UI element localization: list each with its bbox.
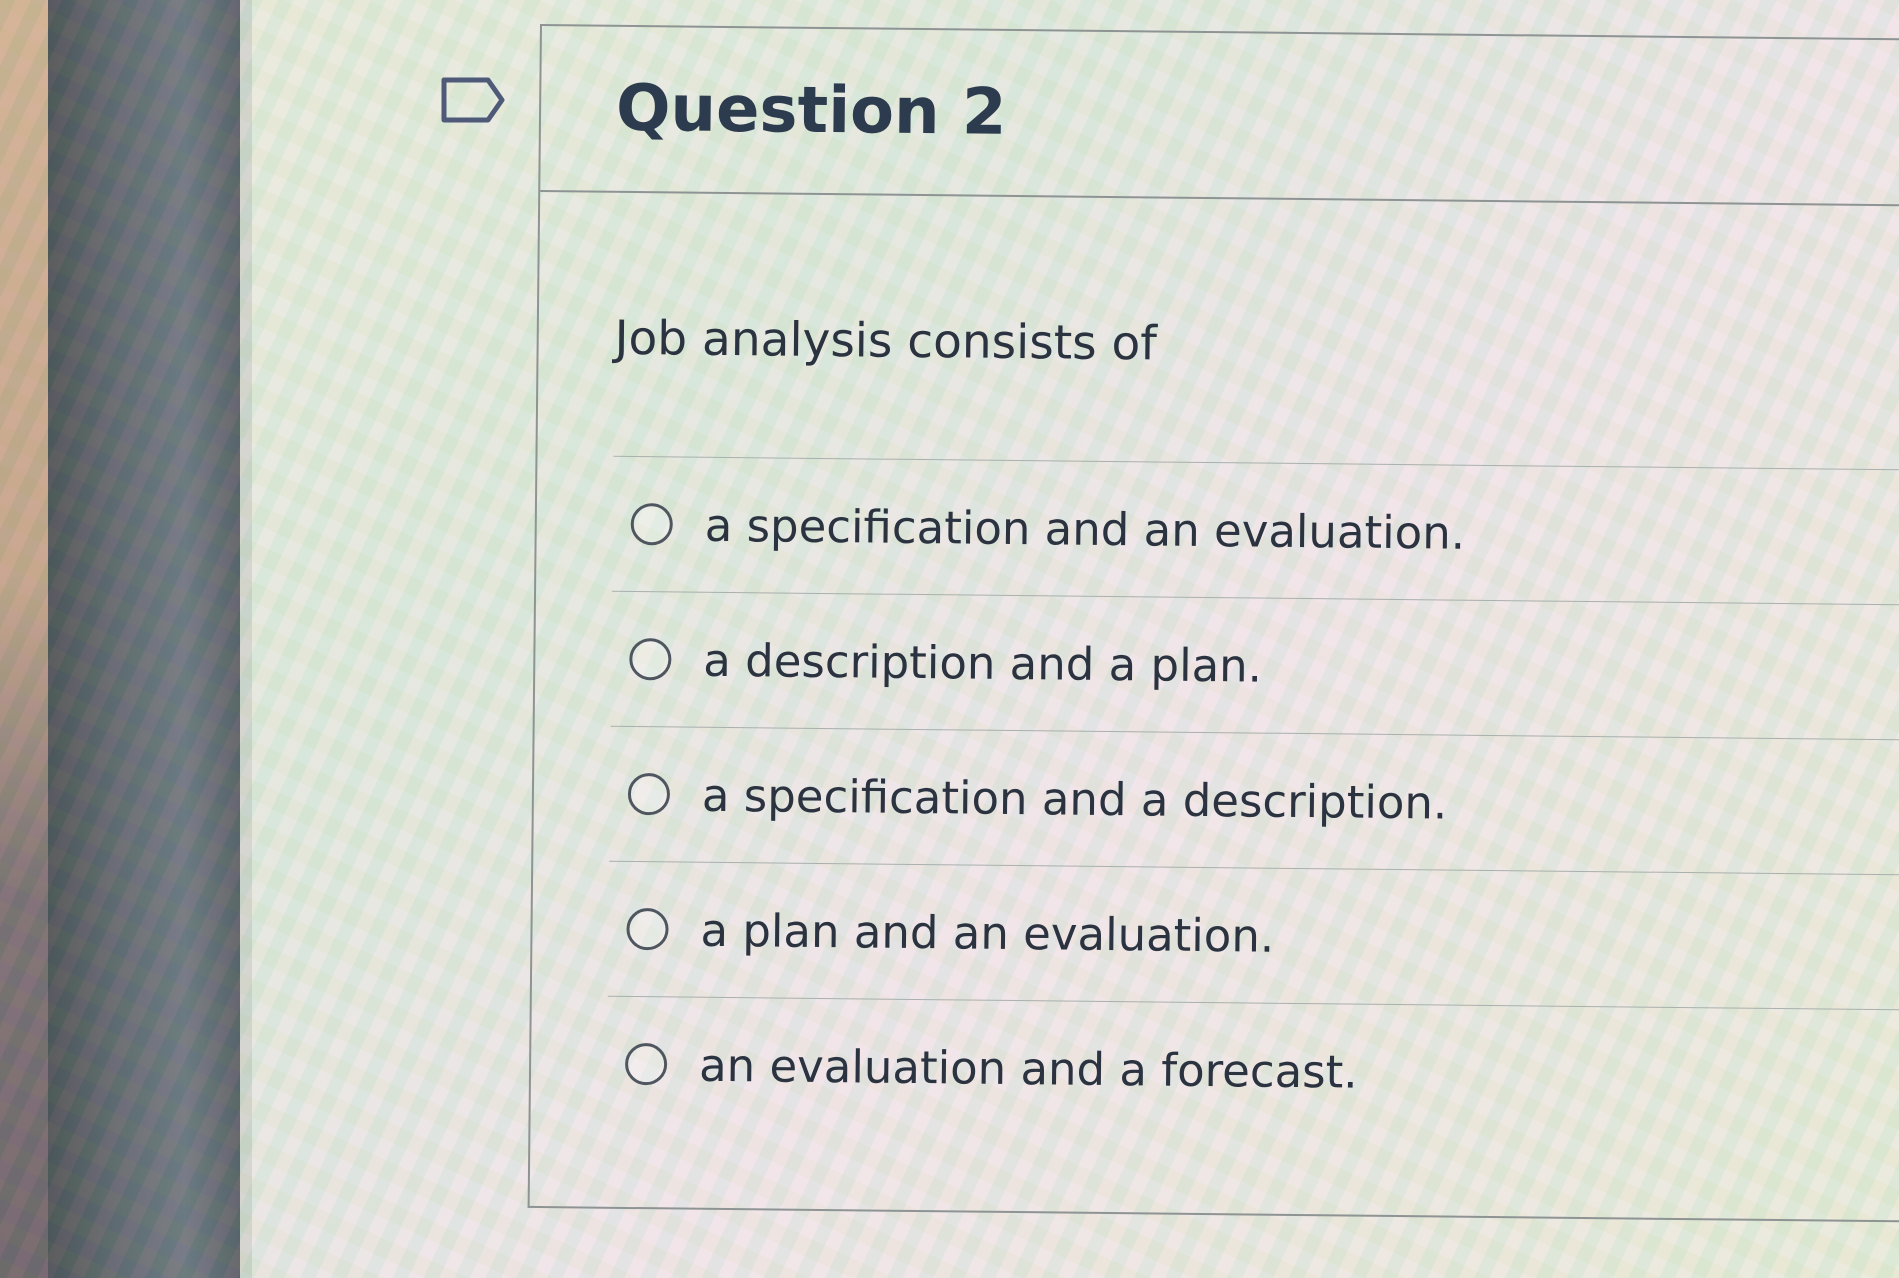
answer-label: a specification and a description.: [701, 768, 1448, 830]
radio-button-icon[interactable]: [624, 1042, 668, 1086]
monitor-bezel: [48, 0, 243, 1278]
answer-label: an evaluation and a forecast.: [698, 1038, 1358, 1099]
answer-list: a specification and an evaluation. a des…: [606, 455, 1899, 1145]
answer-label: a plan and an evaluation.: [700, 903, 1275, 963]
radio-button-icon[interactable]: [630, 502, 673, 546]
flag-question-icon[interactable]: [440, 74, 508, 126]
question-card: Question 2 Job analysis consists of a sp…: [527, 24, 1899, 1223]
question-title: Question 2: [615, 71, 1007, 150]
answer-label: a specification and an evaluation.: [704, 498, 1466, 560]
answer-label: a description and a plan.: [703, 633, 1263, 693]
answer-option[interactable]: a plan and an evaluation.: [607, 861, 1899, 1011]
question-header: Question 2: [540, 26, 1899, 207]
screen-edge: [240, 0, 252, 1278]
answer-option[interactable]: a specification and an evaluation.: [612, 456, 1899, 606]
radio-button-icon[interactable]: [627, 772, 671, 816]
radio-button-icon[interactable]: [629, 637, 672, 681]
answer-option[interactable]: an evaluation and a forecast.: [606, 997, 1899, 1145]
question-body: Job analysis consists of a specification…: [530, 192, 1899, 1145]
radio-button-icon[interactable]: [626, 907, 669, 951]
answer-option[interactable]: a specification and a description.: [609, 726, 1899, 876]
photo-of-screen: Question 2 Job analysis consists of a sp…: [0, 0, 1899, 1278]
question-prompt: Job analysis consists of: [614, 310, 1158, 372]
answer-option[interactable]: a description and a plan.: [610, 591, 1899, 741]
